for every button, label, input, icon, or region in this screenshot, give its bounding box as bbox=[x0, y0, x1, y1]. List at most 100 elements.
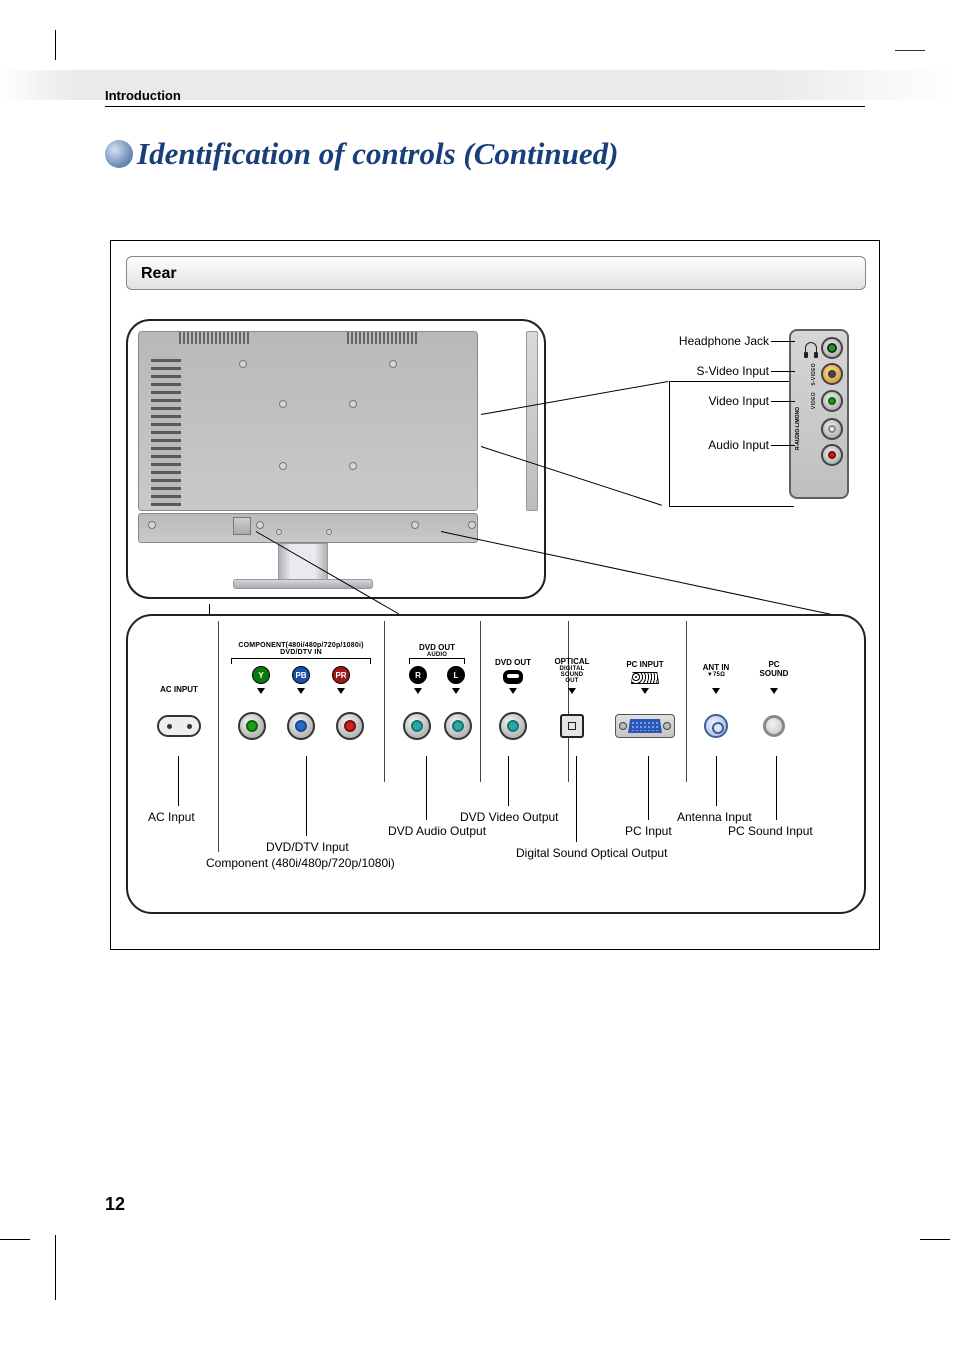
headphone-jack-icon bbox=[821, 337, 843, 359]
arrow-down-icon bbox=[414, 688, 422, 694]
leader-line bbox=[669, 381, 670, 506]
io-column: DVD OUT AUDIO R L bbox=[396, 643, 478, 694]
io-callout-labels: AC Input DVD/DTV Input Component (480i/4… bbox=[128, 756, 864, 902]
leader-line bbox=[771, 371, 795, 372]
component-pb-jack-icon bbox=[287, 712, 315, 740]
crop-mark bbox=[920, 1239, 950, 1240]
antenna-coax-icon bbox=[704, 714, 728, 738]
screw-icon bbox=[276, 529, 282, 535]
leader-line bbox=[776, 756, 777, 820]
screw-icon bbox=[349, 400, 357, 408]
video-jack-icon bbox=[821, 390, 843, 412]
io-label: ANT IN bbox=[703, 663, 730, 672]
screw-icon bbox=[326, 529, 332, 535]
mini-label: S-VIDEO bbox=[811, 363, 817, 386]
leader-line bbox=[178, 756, 179, 806]
component-pb-icon: PB bbox=[292, 666, 310, 684]
callout-label: Digital Sound Optical Output bbox=[516, 846, 667, 860]
io-column: ANT IN ▼75Ω bbox=[686, 663, 746, 694]
mini-label: VIDEO bbox=[811, 392, 817, 409]
component-y-icon: Y bbox=[252, 666, 270, 684]
vga-port-icon bbox=[615, 714, 675, 738]
io-label: AC INPUT bbox=[160, 685, 198, 694]
screw-icon bbox=[389, 360, 397, 368]
dvd-video-out-jack-icon bbox=[499, 712, 527, 740]
page: Introduction Identification of controls … bbox=[55, 30, 895, 1300]
io-top-row: AC INPUT COMPONENT(480i/480p/720p/1080i)… bbox=[140, 634, 852, 694]
screw-icon bbox=[279, 400, 287, 408]
callout-label: S-Video Input bbox=[697, 364, 770, 378]
mini-label: R-AUDIO-L/MONO bbox=[795, 407, 801, 450]
jack-row bbox=[795, 337, 843, 359]
arrow-down-icon bbox=[257, 688, 265, 694]
callout-label: Antenna Input bbox=[677, 810, 752, 824]
io-label: COMPONENT(480i/480p/720p/1080i) bbox=[238, 642, 363, 649]
callout-label: Video Input bbox=[709, 394, 770, 408]
io-column: DVD OUT bbox=[486, 658, 540, 694]
io-connector-row bbox=[140, 704, 852, 748]
rear-io-diagram: AC INPUT COMPONENT(480i/480p/720p/1080i)… bbox=[126, 614, 866, 914]
leader-line bbox=[306, 756, 307, 836]
io-label: DVD/DTV IN bbox=[280, 649, 322, 656]
leader-line bbox=[669, 506, 794, 507]
tv-rear-diagram bbox=[126, 319, 546, 599]
audio-r-icon: R bbox=[409, 666, 427, 684]
svideo-jack-icon bbox=[821, 363, 843, 385]
io-column: OPTICAL DIGITAL SOUND OUT bbox=[540, 657, 604, 694]
arrow-down-icon bbox=[770, 688, 778, 694]
audio-l-jack-icon bbox=[821, 418, 843, 440]
diagram-panel: Rear bbox=[110, 240, 880, 950]
crop-mark bbox=[895, 50, 925, 80]
screw-icon bbox=[468, 521, 476, 529]
callout-label: Component (480i/480p/720p/1080i) bbox=[206, 856, 395, 870]
arrow-down-icon bbox=[568, 688, 576, 694]
screw-icon bbox=[148, 521, 156, 529]
crop-mark bbox=[0, 1239, 30, 1240]
callout-label: DVD Audio Output bbox=[388, 824, 486, 838]
dvd-audio-r-jack-icon bbox=[403, 712, 431, 740]
side-jack-panel: S-VIDEO VIDEO R-AUDIO-L/MONO bbox=[789, 329, 849, 499]
leader-line bbox=[716, 756, 717, 806]
leader-line bbox=[576, 756, 577, 842]
io-label: OUT bbox=[565, 678, 578, 684]
rear-heading: Rear bbox=[126, 256, 866, 290]
arrow-down-icon bbox=[337, 688, 345, 694]
dvd-out-icon bbox=[503, 670, 523, 684]
callout-label: Headphone Jack bbox=[679, 334, 769, 348]
dvd-slot-icon bbox=[526, 331, 538, 511]
page-number: 12 bbox=[105, 1194, 125, 1215]
tv-chassis bbox=[138, 331, 478, 511]
io-label: DVD OUT bbox=[419, 643, 455, 652]
page-title: Identification of controls (Continued) bbox=[137, 136, 618, 172]
arrow-down-icon bbox=[712, 688, 720, 694]
mini-label-strip: R-AUDIO-L/MONO bbox=[795, 367, 805, 491]
io-column: AC INPUT bbox=[140, 685, 218, 694]
screw-icon bbox=[239, 360, 247, 368]
screw-icon bbox=[411, 521, 419, 529]
leader-line bbox=[426, 756, 427, 820]
callout-label: AC Input bbox=[148, 810, 195, 824]
component-pr-icon: PR bbox=[332, 666, 350, 684]
io-column: PC INPUT bbox=[604, 660, 686, 694]
component-pr-jack-icon bbox=[336, 712, 364, 740]
screw-icon bbox=[349, 462, 357, 470]
io-label: PC bbox=[768, 660, 779, 669]
io-label: SOUND bbox=[760, 669, 789, 678]
leader-line bbox=[648, 756, 649, 820]
io-label: ▼75Ω bbox=[707, 672, 725, 678]
dvd-audio-l-jack-icon bbox=[444, 712, 472, 740]
callout-label: DVD Video Output bbox=[460, 810, 559, 824]
io-label: DVD OUT bbox=[495, 658, 531, 667]
section-header: Introduction bbox=[105, 88, 181, 103]
callout-label: DVD/DTV Input bbox=[266, 840, 349, 854]
audio-r-jack-icon bbox=[821, 444, 843, 466]
tv-base-bar bbox=[138, 513, 478, 543]
headphone-icon bbox=[805, 342, 817, 354]
pc-sound-jack-icon bbox=[763, 715, 785, 737]
slot-icon bbox=[233, 517, 251, 535]
io-label: OPTICAL bbox=[554, 657, 589, 666]
io-label: PC INPUT bbox=[626, 660, 663, 669]
title-bullet-icon bbox=[105, 140, 133, 168]
component-y-jack-icon bbox=[238, 712, 266, 740]
screw-icon bbox=[279, 462, 287, 470]
